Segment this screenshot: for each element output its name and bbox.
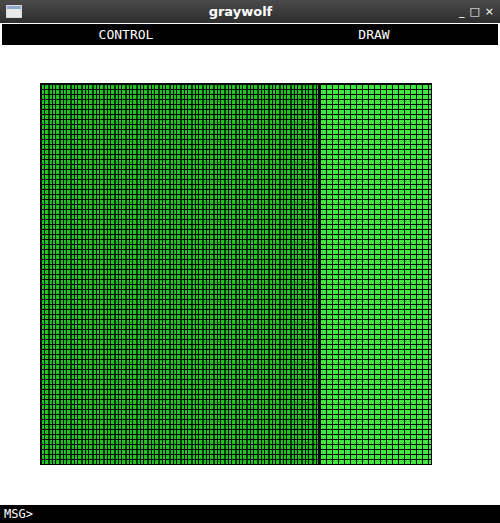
window-title: graywolf <box>22 4 459 19</box>
menu-bar: CONTROLDRAW <box>0 23 500 47</box>
window-control-button[interactable]: _ <box>459 6 465 17</box>
app-icon <box>6 5 22 18</box>
message-bar[interactable]: MSG> <box>0 503 500 523</box>
menu-item[interactable]: CONTROL <box>2 27 250 42</box>
message-prompt: MSG> <box>4 507 33 521</box>
dense-cell-region <box>41 84 320 464</box>
sparse-cell-region <box>320 84 431 464</box>
draw-canvas <box>0 47 500 503</box>
window-control-button[interactable]: × <box>485 6 494 17</box>
menu-item[interactable]: DRAW <box>250 27 498 42</box>
window-control-button[interactable]: □ <box>469 6 479 17</box>
placement-layout <box>40 83 432 465</box>
title-bar: graywolf_ □ × <box>0 0 500 23</box>
graywolf-window: graywolf_ □ × CONTROLDRAW MSG> <box>0 0 500 523</box>
window-controls: _ □ × <box>459 6 494 17</box>
